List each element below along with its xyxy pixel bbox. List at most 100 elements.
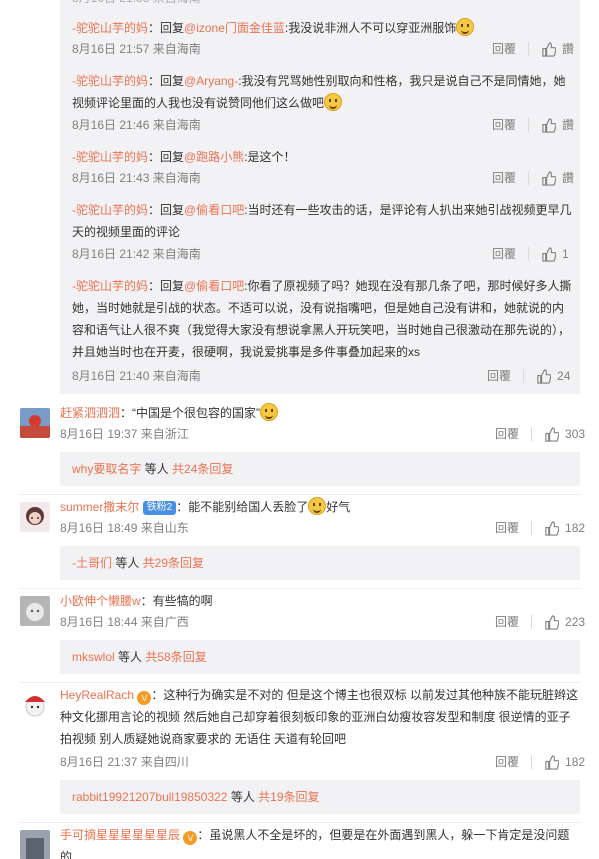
more-replies-count[interactable]: 共58条回复 bbox=[145, 650, 206, 664]
comment-username[interactable]: 手可摘星星星星星星辰 bbox=[60, 828, 180, 842]
divider bbox=[20, 588, 580, 589]
like-button[interactable]: 讚 bbox=[541, 39, 574, 59]
comment-username[interactable]: HeyRealRach bbox=[60, 688, 134, 702]
action-divider bbox=[523, 369, 525, 383]
divider bbox=[20, 682, 580, 683]
reply-mention[interactable]: @偷看口吧 bbox=[184, 279, 244, 293]
avatar[interactable] bbox=[20, 596, 50, 626]
more-replies-bar[interactable]: -土哥们 等人 共29条回复 bbox=[60, 546, 580, 580]
reply-text: :我没说非洲人不可以穿亚洲服饰 bbox=[284, 21, 457, 35]
like-button[interactable]: 讚 bbox=[541, 168, 574, 188]
like-button[interactable]: 223 bbox=[544, 612, 585, 632]
action-divider bbox=[528, 42, 530, 56]
nested-reply: -驼驼山芋的妈：回复@偷看口吧:你看了原视频了吗？她现在没有那几条了吧，那时候好… bbox=[72, 275, 572, 363]
more-replies-user[interactable]: -土哥们 bbox=[72, 556, 112, 570]
thumbs-up-icon bbox=[542, 117, 557, 133]
comment-actions: 回覆 182 bbox=[495, 518, 585, 538]
reply-meta: 8月16日 21:43 来自海南 bbox=[72, 171, 201, 185]
thumbs-up-icon bbox=[545, 614, 560, 630]
more-replies-count[interactable]: 共24条回复 bbox=[172, 462, 233, 476]
comment: 手可摘星星星星星星辰 V ：虽说黑人不全是坏的，但要是在外面遇到黑人，躲一下肯定是… bbox=[60, 824, 580, 859]
like-button[interactable]: 303 bbox=[544, 424, 585, 444]
vip-badge-icon: V bbox=[183, 831, 198, 845]
cut-off-meta: 8月16日 21:58 来自海南 bbox=[72, 0, 201, 8]
reply-button[interactable]: 回覆 bbox=[495, 518, 519, 538]
reply-button[interactable]: 回覆 bbox=[492, 244, 516, 264]
reply-actions: 回覆 讚 bbox=[492, 39, 574, 59]
action-divider bbox=[528, 118, 530, 132]
nested-reply: -驼驼山芋的妈：回复@偷看口吧:当时还有一些攻击的话，是评论有人扒出来她引战视频… bbox=[72, 199, 572, 243]
reply-mention[interactable]: @跑路小熊 bbox=[184, 150, 244, 164]
more-replies-mid: 等人 bbox=[112, 556, 143, 570]
comment-username[interactable]: 小欧伸个懒腰w bbox=[60, 594, 141, 608]
reply-button[interactable]: 回覆 bbox=[492, 115, 516, 135]
reply-mention[interactable]: @izone门面金佳蓝 bbox=[184, 21, 285, 35]
avatar[interactable] bbox=[20, 690, 50, 720]
like-count: 讚 bbox=[562, 42, 575, 56]
reply-actions: 回覆 24 bbox=[487, 366, 570, 386]
thumbs-up-icon bbox=[545, 754, 560, 770]
nested-reply: -驼驼山芋的妈：回复@izone门面金佳蓝:我没说非洲人不可以穿亚洲服饰 bbox=[72, 17, 572, 39]
more-replies-user[interactable]: why要取名字 bbox=[72, 462, 141, 476]
like-button[interactable]: 1 bbox=[541, 244, 569, 264]
more-replies-count[interactable]: 共29条回复 bbox=[143, 556, 204, 570]
reply-username[interactable]: -驼驼山芋的妈 bbox=[72, 74, 148, 88]
reply-button[interactable]: 回覆 bbox=[492, 39, 516, 59]
reply-button[interactable]: 回覆 bbox=[495, 424, 519, 444]
comment: HeyRealRach V ：这种行为确实是不对的 但是这个博主也很双标 以前发过… bbox=[60, 684, 580, 750]
reply-username[interactable]: -驼驼山芋的妈 bbox=[72, 21, 148, 35]
comment-username[interactable]: 赶紧泗泗泗 bbox=[60, 406, 120, 420]
more-replies-bar[interactable]: rabbit19921207bull19850322 等人 共19条回复 bbox=[60, 780, 580, 814]
thumbs-up-icon bbox=[537, 368, 552, 384]
more-replies-bar[interactable]: mkswlol 等人 共58条回复 bbox=[60, 640, 580, 674]
action-divider bbox=[531, 427, 533, 441]
avatar[interactable] bbox=[20, 830, 50, 859]
more-replies-user[interactable]: mkswlol bbox=[72, 650, 115, 664]
reply-username[interactable]: -驼驼山芋的妈 bbox=[72, 279, 148, 293]
divider bbox=[20, 822, 580, 823]
reply-button[interactable]: 回覆 bbox=[495, 752, 519, 772]
like-button[interactable]: 讚 bbox=[541, 115, 574, 135]
fan-badge: 铁粉2 bbox=[142, 501, 177, 515]
reply-mention[interactable]: @Aryang- bbox=[184, 74, 238, 88]
thumbs-up-icon bbox=[542, 246, 557, 262]
action-divider bbox=[528, 171, 530, 185]
like-button[interactable]: 182 bbox=[544, 518, 585, 538]
thumbs-up-icon bbox=[542, 41, 557, 57]
reply-word: ：回复 bbox=[148, 150, 185, 164]
more-replies-user[interactable]: rabbit19921207bull19850322 bbox=[72, 790, 227, 804]
comment-text-tail: 好气 bbox=[326, 500, 351, 514]
avatar[interactable] bbox=[20, 408, 50, 438]
reply-actions: 回覆 讚 bbox=[492, 115, 574, 135]
comment-username[interactable]: summer撒末尔 bbox=[60, 500, 139, 514]
reply-button[interactable]: 回覆 bbox=[495, 612, 519, 632]
reply-username[interactable]: -驼驼山芋的妈 bbox=[72, 203, 148, 217]
like-button[interactable]: 24 bbox=[536, 366, 570, 386]
reply-username[interactable]: -驼驼山芋的妈 bbox=[72, 150, 148, 164]
reply-word: ：回复 bbox=[148, 74, 185, 88]
comment-actions: 回覆 303 bbox=[495, 424, 585, 444]
comment-meta: 8月16日 18:44 来自广西 bbox=[60, 615, 189, 629]
avatar[interactable] bbox=[20, 502, 50, 532]
reply-mention[interactable]: @偷看口吧 bbox=[184, 203, 244, 217]
comment: 小欧伸个懒腰w：有些犒的啊 bbox=[60, 590, 580, 612]
more-replies-mid: 等人 bbox=[141, 462, 173, 476]
comment-meta: 8月16日 19:37 来自浙江 bbox=[60, 427, 189, 441]
more-replies-bar[interactable]: why要取名字 等人 共24条回复 bbox=[60, 452, 580, 486]
reply-meta: 8月16日 21:46 来自海南 bbox=[72, 118, 201, 132]
vip-badge-icon: V bbox=[137, 691, 152, 705]
action-divider bbox=[531, 615, 533, 629]
reply-button[interactable]: 回覆 bbox=[492, 168, 516, 188]
nested-reply: -驼驼山芋的妈：回复@Aryang-:我没有咒骂她性别取向和性格，我只是说自己不… bbox=[72, 70, 572, 114]
thumbs-up-icon bbox=[542, 170, 557, 186]
like-button[interactable]: 182 bbox=[544, 752, 585, 772]
comment-meta: 8月16日 18:49 来自山东 bbox=[60, 521, 189, 535]
thumbs-up-icon bbox=[545, 520, 560, 536]
more-replies-count[interactable]: 共19条回复 bbox=[258, 790, 319, 804]
comment-meta: 8月16日 21:37 来自四川 bbox=[60, 755, 189, 769]
comment-actions: 回覆 223 bbox=[495, 612, 585, 632]
reply-actions: 回覆 1 bbox=[492, 244, 569, 264]
action-divider bbox=[531, 755, 533, 769]
reply-button[interactable]: 回覆 bbox=[487, 366, 511, 386]
reply-text: :是这个！ bbox=[244, 150, 296, 164]
